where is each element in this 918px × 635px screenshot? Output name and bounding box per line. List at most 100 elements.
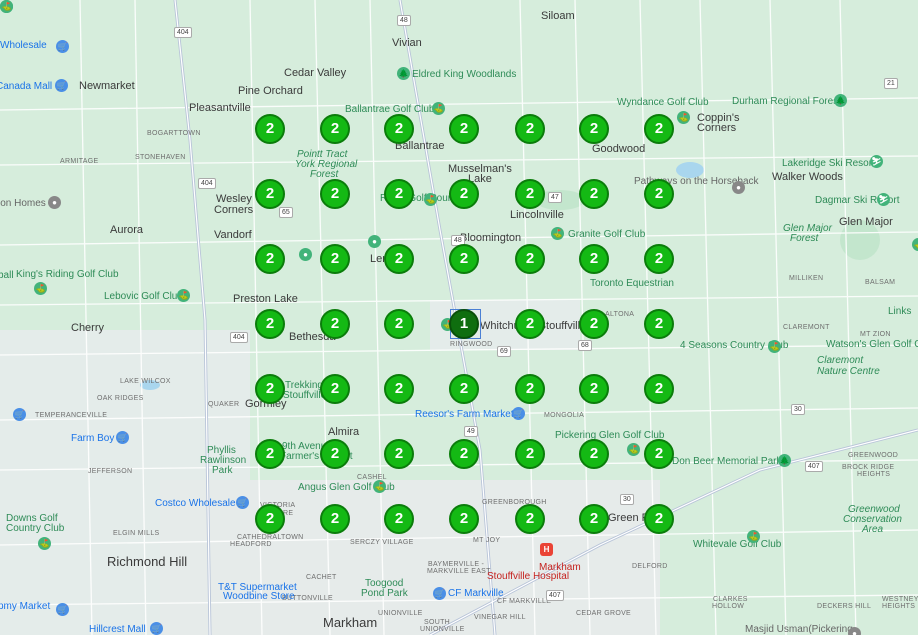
poi-icon[interactable]: ⛷ [877,193,890,206]
golf-pin[interactable]: ⛳ [912,238,918,251]
poi-label[interactable]: Lakeridge Ski Resort [782,158,875,169]
mall-pin[interactable]: 🛒 [55,79,68,92]
rank-marker[interactable]: 2 [515,504,545,534]
rank-marker[interactable]: 2 [255,114,285,144]
poi-icon[interactable]: 🛒 [236,496,249,509]
golf-pin[interactable]: ⛳ [747,530,760,543]
poi-icon[interactable]: 🛒 [433,587,446,600]
rank-marker[interactable]: 2 [384,244,414,274]
rank-marker[interactable]: 2 [384,504,414,534]
poi-label[interactable]: Pickering Glen Golf Club [555,430,665,441]
rank-marker[interactable]: 2 [320,244,350,274]
poi-icon[interactable]: ⛳ [768,340,781,353]
rank-marker[interactable]: 2 [644,179,674,209]
poi-label[interactable]: Masjid Usman(Pickering [745,624,853,635]
poi-icon[interactable]: ⛳ [373,480,386,493]
poi-label[interactable]: Whitevale Golf Club [693,539,781,550]
mosque-pin[interactable]: ● [848,627,861,635]
rank-marker[interactable]: 2 [320,114,350,144]
poi-icon[interactable]: 🌲 [397,67,410,80]
poi-label[interactable]: Links [888,306,911,317]
rank-marker[interactable]: 2 [255,244,285,274]
rank-marker[interactable]: 2 [255,309,285,339]
poi-label[interactable]: ball [0,270,14,281]
rank-marker[interactable]: 2 [579,114,609,144]
rank-marker[interactable]: 2 [579,309,609,339]
poi-label[interactable]: Granite Golf Club [568,229,645,240]
poi-label[interactable]: Park [212,465,233,476]
poi-label[interactable]: Reesor's Farm Market [415,409,514,420]
rank-marker[interactable]: 2 [449,439,479,469]
poi-icon[interactable]: ⛳ [432,102,445,115]
rank-marker[interactable]: 2 [449,114,479,144]
rank-marker[interactable]: 2 [449,179,479,209]
rank-marker[interactable]: 2 [320,309,350,339]
rank-marker[interactable]: 2 [644,439,674,469]
poi-label[interactable]: Eldred King Woodlands [412,69,516,80]
wholesale-store-pin[interactable]: 🛒 [56,40,69,53]
rank-marker[interactable]: 2 [579,244,609,274]
rank-marker[interactable]: 2 [449,374,479,404]
poi-icon[interactable]: 🛒 [512,407,525,420]
poi-label[interactable]: Watson's Glen Golf Club [826,339,918,350]
poi-label[interactable]: Durham Regional Forest [732,96,841,107]
rank-marker[interactable]: 2 [255,504,285,534]
poi-label[interactable]: Costco Wholesale [155,498,236,509]
rank-marker[interactable]: 2 [255,374,285,404]
poi-label[interactable]: Woodbine Store [223,591,295,602]
equestrian-pin[interactable]: ● [732,181,745,194]
poi-label[interactable]: pmy Market [0,601,50,612]
rank-marker[interactable]: 2 [644,374,674,404]
rank-marker[interactable]: 2 [644,244,674,274]
poi-icon[interactable]: ⛳ [551,227,564,240]
rank-marker[interactable]: 2 [515,439,545,469]
rank-marker[interactable]: 2 [384,309,414,339]
rank-marker[interactable]: 2 [515,244,545,274]
rank-marker[interactable]: 2 [579,374,609,404]
rank-marker[interactable]: 2 [320,179,350,209]
rank-marker[interactable]: 2 [579,504,609,534]
rank-marker[interactable]: 2 [384,374,414,404]
rank-marker[interactable]: 2 [320,374,350,404]
poi-icon[interactable]: ⛷ [870,155,883,168]
poi-label[interactable]: Don Beer Memorial Park [672,456,781,467]
poi-icon[interactable]: ⛳ [677,111,690,124]
golf-pin[interactable]: ⛳ [38,537,51,550]
rank-marker[interactable]: 2 [579,439,609,469]
poi-icon[interactable]: 🛒 [116,431,129,444]
rank-marker[interactable]: 2 [644,504,674,534]
home-store-pin[interactable]: ● [48,196,61,209]
poi-icon[interactable]: ⛳ [177,289,190,302]
poi-label[interactable]: Country Club [6,523,64,534]
rank-marker[interactable]: 1 [449,309,479,339]
poi-label[interactable]: Wyndance Golf Club [617,97,709,108]
poi-label[interactable]: Pond Park [361,588,408,599]
poi-icon[interactable]: ⛳ [0,0,13,13]
rank-marker[interactable]: 2 [255,179,285,209]
rank-marker[interactable]: 2 [515,179,545,209]
rank-marker[interactable]: 2 [449,504,479,534]
poi-label[interactable]: Stouffville Hospital [487,571,569,582]
rank-marker[interactable]: 2 [384,114,414,144]
rank-marker[interactable]: 2 [384,179,414,209]
rank-marker[interactable]: 2 [644,114,674,144]
market-pin[interactable]: 🛒 [13,408,26,421]
rank-marker[interactable]: 2 [515,114,545,144]
poi-icon[interactable]: 🛒 [150,622,163,635]
rank-marker[interactable]: 2 [579,179,609,209]
poi-label[interactable]: Hillcrest Mall [89,624,146,635]
rank-marker[interactable]: 2 [320,504,350,534]
poi-label[interactable]: King's Riding Golf Club [16,269,119,280]
rank-marker[interactable]: 2 [449,244,479,274]
poi-icon[interactable]: ⛳ [627,443,640,456]
poi-label[interactable]: Ballantrae Golf Club [345,104,435,115]
rank-marker[interactable]: 2 [515,309,545,339]
golf-pin[interactable]: ⛳ [34,282,47,295]
poi-icon[interactable]: ⛳ [424,193,437,206]
poi-icon[interactable]: 🌲 [778,454,791,467]
poi-icon[interactable]: 🌲 [834,94,847,107]
rank-marker[interactable]: 2 [255,439,285,469]
rank-marker[interactable]: 2 [320,439,350,469]
market-pin[interactable]: 🛒 [56,603,69,616]
poi-label[interactable]: Farm Boy [71,433,114,444]
